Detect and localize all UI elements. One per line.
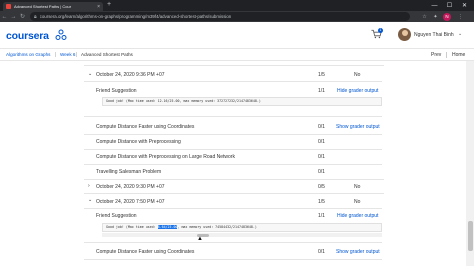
grader-output-text: , max memory used: 74584432/2147483648.) xyxy=(177,225,257,229)
minimize-icon[interactable]: — xyxy=(427,0,442,11)
back-icon[interactable]: ← xyxy=(0,14,9,20)
part-name: Friend Suggestion xyxy=(96,213,137,219)
close-window-icon[interactable]: ✕ xyxy=(457,0,472,11)
part-score: 0/1 xyxy=(318,154,325,160)
breadcrumb: Algorithms on Graphs | Week 6 | Advanced… xyxy=(0,49,474,61)
page-scrollbar[interactable] xyxy=(466,61,474,266)
page-scrollbar-thumb[interactable] xyxy=(467,221,473,251)
star-icon[interactable]: ☆ xyxy=(420,12,429,21)
menu-icon[interactable]: ⋮ xyxy=(456,12,465,21)
divider xyxy=(84,116,382,117)
part-name: Compute Distance with Preprocessing xyxy=(96,139,181,145)
forward-icon[interactable]: → xyxy=(9,14,18,20)
divider xyxy=(84,65,384,66)
breadcrumb-separator-icon: | xyxy=(76,52,78,58)
grader-output[interactable]: Good job! (Max time used: 12.16/25.00, m… xyxy=(102,97,382,106)
url-text: coursera.org/learn/algorithms-on-graphs/… xyxy=(39,14,232,19)
address-bar[interactable]: 🔒︎ coursera.org/learn/algorithms-on-grap… xyxy=(30,12,410,21)
coursera-logo[interactable]: coursera xyxy=(6,30,49,42)
breadcrumb-week[interactable]: Week 6 xyxy=(60,51,76,59)
breadcrumb-current: Advanced Shortest Paths xyxy=(81,52,133,57)
maximize-icon[interactable]: ☐ xyxy=(442,0,457,11)
submission-score: 0/5 xyxy=(318,184,325,190)
hide-grader-output-link[interactable]: Hide grader output xyxy=(337,88,378,94)
part-score: 1/1 xyxy=(318,88,325,94)
browser-toolbar: ← → ↻ 🔒︎ coursera.org/learn/algorithms-o… xyxy=(0,11,474,22)
divider xyxy=(84,81,382,82)
show-grader-output-link[interactable]: Show grader output xyxy=(336,249,380,255)
submission-score: 1/5 xyxy=(318,199,325,205)
avatar[interactable] xyxy=(398,28,411,41)
hide-grader-output-link[interactable]: Hide grader output xyxy=(337,213,378,219)
part-score: 0/1 xyxy=(318,249,325,255)
part-score: 1/1 xyxy=(318,213,325,219)
explore-icon[interactable] xyxy=(55,29,67,41)
grader-output-text: Good job! (Max time used: xyxy=(106,225,158,229)
submission-passed: No xyxy=(354,72,361,78)
profile-avatar-icon[interactable]: N xyxy=(443,12,451,21)
grader-output[interactable]: Good job! (Max time used: 8.64/25.00, ma… xyxy=(102,223,382,232)
part-name: Friend Suggestion xyxy=(96,88,137,94)
chevron-down-icon[interactable]: ⌄ xyxy=(88,71,92,77)
selected-text: 8.64/25.00 xyxy=(157,225,178,229)
submission-date[interactable]: October 24, 2020 9:30 PM +07 xyxy=(96,184,398,190)
divider xyxy=(84,179,384,180)
divider xyxy=(446,52,447,58)
lock-icon: 🔒︎ xyxy=(34,13,37,20)
divider xyxy=(84,134,382,135)
user-name[interactable]: Nguyen Thai Binh xyxy=(414,32,454,38)
coursera-favicon-icon xyxy=(6,4,11,9)
breadcrumb-separator-icon: | xyxy=(55,52,57,58)
part-score: 0/1 xyxy=(318,169,325,175)
submission-date[interactable]: October 24, 2020 7:50 PM +07 xyxy=(96,199,398,205)
notification-badge: 1 xyxy=(378,28,383,33)
chevron-down-icon[interactable]: ⌄ xyxy=(458,31,462,37)
submission-score: 1/5 xyxy=(318,72,325,78)
part-name: Compute Distance with Preprocessing on L… xyxy=(96,154,235,160)
submission-history: ⌄ October 24, 2020 9:36 PM +07 1/5 No Fr… xyxy=(0,61,466,266)
home-link[interactable]: Home xyxy=(452,51,465,59)
extension-icon[interactable]: ✦ xyxy=(431,12,440,21)
submission-date[interactable]: October 24, 2020 9:36 PM +07 xyxy=(96,72,398,78)
chevron-down-icon[interactable]: ⌄ xyxy=(88,197,92,203)
reload-icon[interactable]: ↻ xyxy=(18,13,27,20)
submission-passed: No xyxy=(354,199,361,205)
part-score: 0/1 xyxy=(318,124,325,130)
tab-title: Advanced Shortest Paths | Cour xyxy=(14,4,72,9)
part-name: Travelling Salesman Problem xyxy=(96,169,162,175)
divider xyxy=(84,242,382,243)
part-name: Compute Distance Faster using Coordinate… xyxy=(96,249,195,255)
close-tab-icon[interactable]: × xyxy=(97,4,100,10)
divider xyxy=(84,208,382,209)
breadcrumb-course[interactable]: Algorithms on Graphs xyxy=(6,51,50,59)
browser-tab[interactable]: Advanced Shortest Paths | Cour × xyxy=(3,2,103,11)
chevron-right-icon[interactable]: › xyxy=(88,183,90,189)
divider xyxy=(84,193,384,194)
submission-passed: No xyxy=(354,184,361,190)
grader-output-text: Good job! (Max time used: 12.16/25.00, m… xyxy=(106,99,261,103)
output-scrollbar[interactable] xyxy=(102,233,382,237)
divider xyxy=(84,259,382,260)
part-score: 0/1 xyxy=(318,139,325,145)
divider xyxy=(84,149,382,150)
browser-title-bar: Advanced Shortest Paths | Cour × + — ☐ ✕ xyxy=(0,0,474,11)
show-grader-output-link[interactable]: Show grader output xyxy=(336,124,380,130)
mouse-cursor-icon: ▲ xyxy=(197,236,203,242)
part-name: Compute Distance Faster using Coordinate… xyxy=(96,124,195,130)
site-header: coursera 1 Nguyen Thai Binh ⌄ xyxy=(0,22,474,49)
new-tab-icon[interactable]: + xyxy=(107,1,111,8)
window-controls: — ☐ ✕ xyxy=(427,0,472,11)
prev-link[interactable]: Prev xyxy=(431,51,441,59)
divider xyxy=(84,164,382,165)
